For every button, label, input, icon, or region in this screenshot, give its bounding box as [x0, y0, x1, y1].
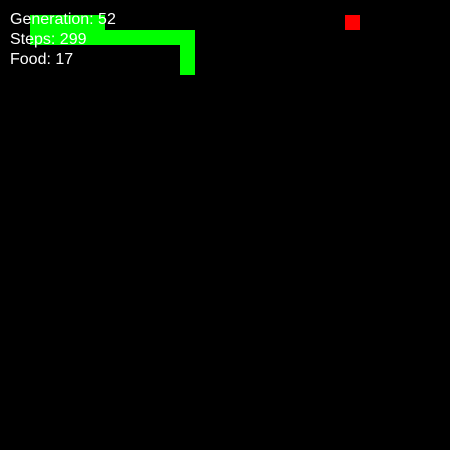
steps-counter: Steps: 299 — [10, 31, 87, 48]
game-board: Generation: 52 Steps: 299 Food: 17 — [0, 0, 450, 450]
snake-segment — [135, 30, 150, 45]
snake-segment — [180, 30, 195, 45]
food-item — [345, 15, 360, 30]
food-counter: Food: 17 — [10, 51, 74, 68]
snake-segment — [120, 30, 135, 45]
snake-segment — [165, 30, 180, 45]
snake-segment — [90, 30, 105, 45]
snake-segment — [150, 30, 165, 45]
snake-segment — [180, 45, 195, 60]
generation-counter: Generation: 52 — [10, 11, 116, 28]
snake-segment — [105, 30, 120, 45]
snake-head — [180, 60, 195, 75]
